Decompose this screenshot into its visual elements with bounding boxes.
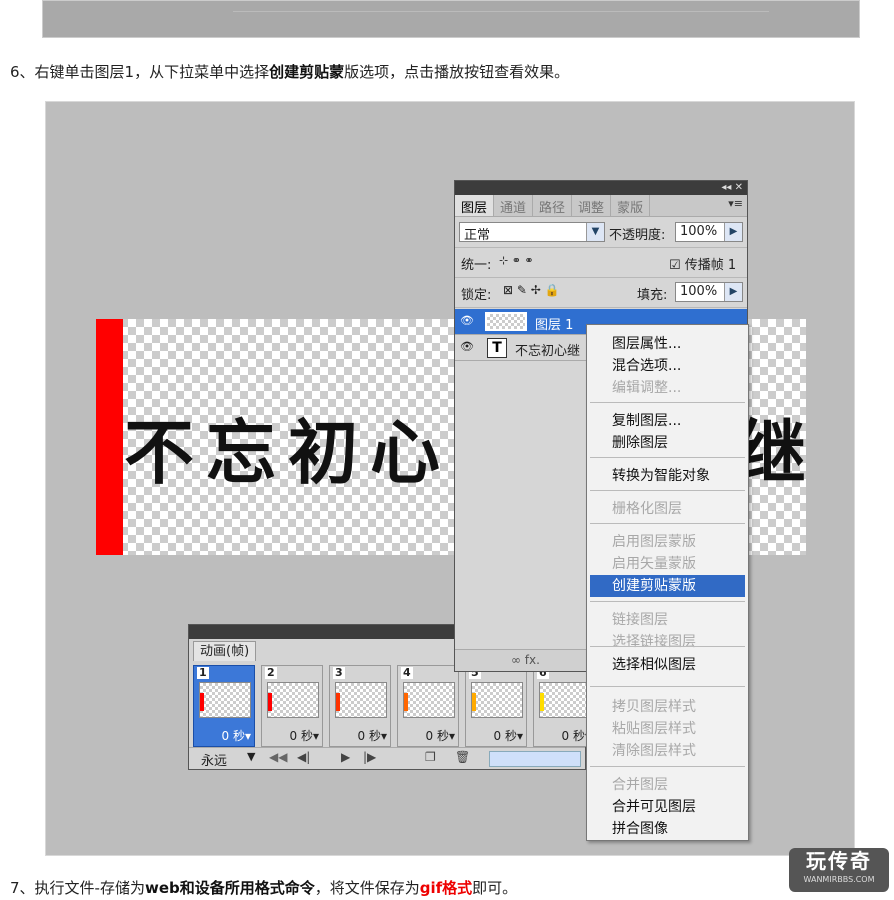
opacity-label: 不透明度: [609, 228, 666, 243]
menu-separator [590, 490, 745, 491]
frame-delay[interactable]: 0 秒▾ [290, 727, 319, 744]
play-icon[interactable]: ▶ [341, 750, 350, 764]
menu-item[interactable]: 转换为智能对象 [590, 465, 745, 487]
tab-animation[interactable]: 动画(帧) [193, 641, 257, 661]
animation-frame[interactable]: 3 0 秒▾ [329, 665, 391, 747]
chevron-down-icon[interactable]: ▼ [586, 223, 604, 241]
menu-item[interactable]: 拼合图像 [590, 818, 745, 840]
frame-number: 3 [333, 666, 345, 679]
delete-frame-icon[interactable]: 🗑 [455, 750, 470, 764]
menu-separator [590, 457, 745, 458]
frame-thumbnail [539, 682, 591, 718]
frame-delay[interactable]: 0 秒▾ [494, 727, 523, 744]
menu-item: 启用矢量蒙版 [612, 556, 696, 572]
opacity-input[interactable]: 100% ▶ [675, 222, 743, 242]
menu-separator [590, 601, 745, 602]
layer-name: 图层 1 [535, 318, 574, 333]
chevron-right-icon[interactable]: ▶ [724, 223, 742, 241]
tab-3[interactable]: 调整 [572, 195, 612, 216]
site-logo: 玩传奇 WANMIRBBS.COM [789, 848, 889, 892]
frame-number: 2 [265, 666, 277, 679]
frame-scrollbar[interactable] [489, 751, 581, 767]
next-frame-icon[interactable]: |▶ [363, 750, 376, 764]
eye-icon[interactable]: 👁 [459, 340, 475, 354]
menu-item[interactable]: 图层属性... [590, 333, 745, 355]
loop-select[interactable]: 永远 [201, 750, 227, 769]
menu-item: 合并图层 [612, 777, 668, 793]
new-frame-icon[interactable]: ❐ [425, 750, 436, 764]
menu-separator [590, 523, 745, 524]
prev-frame-icon[interactable]: ◀| [297, 750, 310, 764]
menu-separator [590, 766, 745, 767]
layer-name: 不忘初心继 [515, 344, 581, 359]
animation-frame[interactable]: 50 秒▾ [465, 665, 527, 747]
calligraphy-text: 不忘初心 [124, 411, 452, 494]
fill-input[interactable]: 100% ▶ [675, 282, 743, 302]
panel-menu-icon[interactable]: ▾≡ [728, 197, 743, 210]
photoshop-screenshot: 不忘初心 继 动画(帧) 10 秒▾ 2 0 秒▾ 3 0 秒▾ 4 0 秒▾ 5 0 秒▾ 6 0… [45, 101, 855, 856]
animation-frame[interactable]: 2 0 秒▾ [261, 665, 323, 747]
menu-item: 启用图层蒙版 [612, 534, 696, 550]
menu-item: 链接图层 [612, 612, 668, 628]
menu-item[interactable]: 合并可见图层 [590, 796, 745, 818]
tab-1[interactable]: 通道 [494, 195, 534, 216]
fill-label: 填充: [637, 288, 668, 303]
menu-item: 选择链接图层 [612, 634, 696, 650]
animation-frame[interactable]: 4 0 秒▾ [397, 665, 459, 747]
frame-thumbnail [335, 682, 387, 718]
menu-separator [590, 686, 745, 687]
tab-4[interactable]: 蒙版 [611, 195, 651, 216]
collapse-close-icon[interactable]: ◂◂ ✕ [721, 181, 743, 195]
menu-item[interactable]: 删除图层 [590, 432, 745, 454]
text-layer-icon: T [487, 338, 507, 358]
propagate-checkbox[interactable]: ☑ 传播帧 1 [669, 254, 736, 273]
frame-thumbnail [199, 682, 251, 718]
frame-thumbnail [267, 682, 319, 718]
tab-2[interactable]: 路径 [533, 195, 573, 216]
menu-separator [590, 646, 745, 647]
menu-item: 编辑调整... [612, 380, 682, 396]
frame-delay[interactable]: 0 秒▾ [222, 727, 251, 744]
red-bar [96, 319, 123, 555]
menu-item[interactable]: 选择相似图层 [590, 654, 745, 676]
menu-item[interactable]: 创建剪贴蒙版 [590, 575, 745, 597]
frame-number: 4 [401, 666, 413, 679]
link-fx-icons[interactable]: ∞ fx. [511, 653, 540, 667]
unify-icons[interactable]: ⊹ ⚭ ⚭ [499, 254, 534, 267]
previous-screenshot [42, 0, 860, 38]
frame-delay[interactable]: 0 秒▾ [358, 727, 387, 744]
eye-icon[interactable]: 👁 [459, 314, 475, 328]
menu-item: 粘贴图层样式 [612, 721, 696, 737]
frame-thumbnail [403, 682, 455, 718]
frame-thumbnail [471, 682, 523, 718]
lock-label: 锁定: [461, 288, 492, 303]
step-6-text: 6、右键单击图层1，从下拉菜单中选择创建剪贴蒙版选项，点击播放按钮查看效果。 [10, 63, 570, 81]
menu-item[interactable]: 复制图层... [590, 410, 745, 432]
chevron-right-icon[interactable]: ▶ [724, 283, 742, 301]
loop-dropdown-icon[interactable]: ▼ [247, 750, 255, 763]
menu-item: 栅格化图层 [612, 501, 682, 517]
frame-number: 1 [197, 666, 209, 679]
unify-label: 统一: [461, 258, 492, 273]
layer-context-menu: 图层属性... 混合选项... 编辑调整... 复制图层... 删除图层转换为智能对象栅… [586, 324, 749, 841]
menu-item: 拷贝图层样式 [612, 699, 696, 715]
menu-item[interactable]: 混合选项... [590, 355, 745, 377]
first-frame-icon[interactable]: ◀◀ [269, 750, 287, 764]
blend-mode-select[interactable]: 正常 ▼ [459, 222, 605, 243]
menu-item: 清除图层样式 [612, 743, 696, 759]
menu-separator [590, 402, 745, 403]
step-7-text: 7、执行文件-存储为web和设备所用格式命令，将文件保存为gif格式即可。 [10, 879, 518, 897]
animation-controls: 永远 ▼ ◀◀ ◀| ▶ |▶ ❐ 🗑 [189, 747, 585, 769]
frame-delay[interactable]: 0 秒▾ [426, 727, 455, 744]
animation-frame[interactable]: 1 0 秒▾ [193, 665, 255, 747]
lock-icons[interactable]: ⊠ ✎ ✢ 🔒 [503, 283, 560, 297]
tab-0[interactable]: 图层 [455, 195, 495, 216]
layer-thumbnail [485, 312, 527, 331]
